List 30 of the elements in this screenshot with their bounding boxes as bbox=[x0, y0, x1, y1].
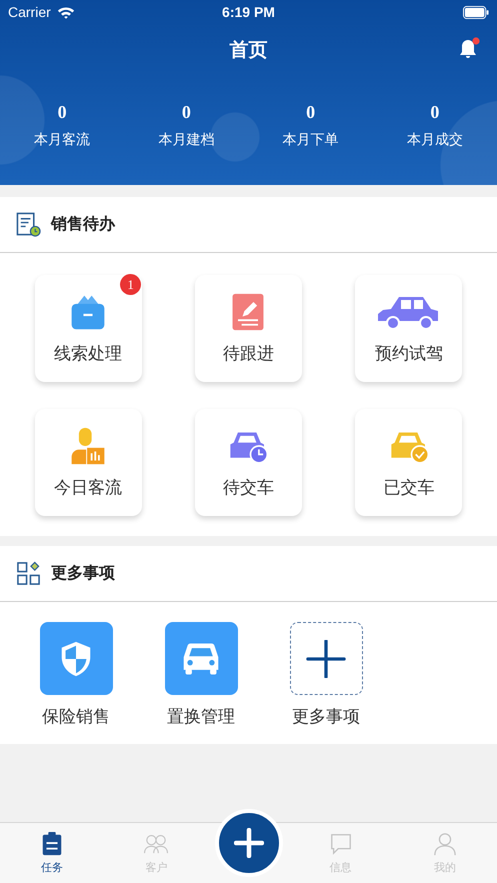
stat-value: 0 bbox=[306, 102, 316, 123]
battery-icon bbox=[463, 6, 489, 18]
section-title: 更多事项 bbox=[51, 563, 115, 584]
stat-value: 0 bbox=[58, 102, 67, 123]
shortcut-button[interactable]: 保险销售 bbox=[22, 622, 130, 728]
plus-icon bbox=[306, 640, 346, 678]
section-title: 销售待办 bbox=[51, 214, 115, 235]
shortcut-button[interactable]: 置换管理 bbox=[147, 622, 255, 728]
carrier-name: Carrier bbox=[8, 4, 51, 20]
wifi-icon bbox=[56, 6, 75, 18]
status-time: 6:19 PM bbox=[222, 4, 275, 20]
stat-value: 0 bbox=[182, 102, 191, 123]
task-card[interactable]: 今日客流 bbox=[34, 409, 142, 516]
page-title: 首页 bbox=[230, 38, 268, 63]
task-card[interactable]: 待交车 bbox=[194, 409, 302, 516]
person-icon bbox=[432, 832, 458, 856]
task-card[interactable]: 已交车 bbox=[355, 409, 462, 516]
grid-icon bbox=[16, 561, 41, 586]
stat-label: 本月下单 bbox=[282, 131, 339, 149]
stat-label: 本月客流 bbox=[34, 131, 90, 149]
task-card[interactable]: 待跟进 bbox=[194, 275, 302, 382]
bell-icon[interactable] bbox=[458, 37, 480, 61]
plus-icon bbox=[234, 828, 264, 858]
task-card[interactable]: 预约试驾 bbox=[355, 275, 462, 382]
stat-label: 本月成交 bbox=[406, 131, 463, 149]
stat-value: 0 bbox=[430, 102, 440, 123]
tab-item[interactable]: 任务 bbox=[0, 823, 104, 883]
document-clock-icon bbox=[16, 212, 41, 237]
stat-label: 本月建档 bbox=[158, 131, 214, 149]
shortcut-button[interactable]: 更多事项 bbox=[272, 622, 380, 728]
